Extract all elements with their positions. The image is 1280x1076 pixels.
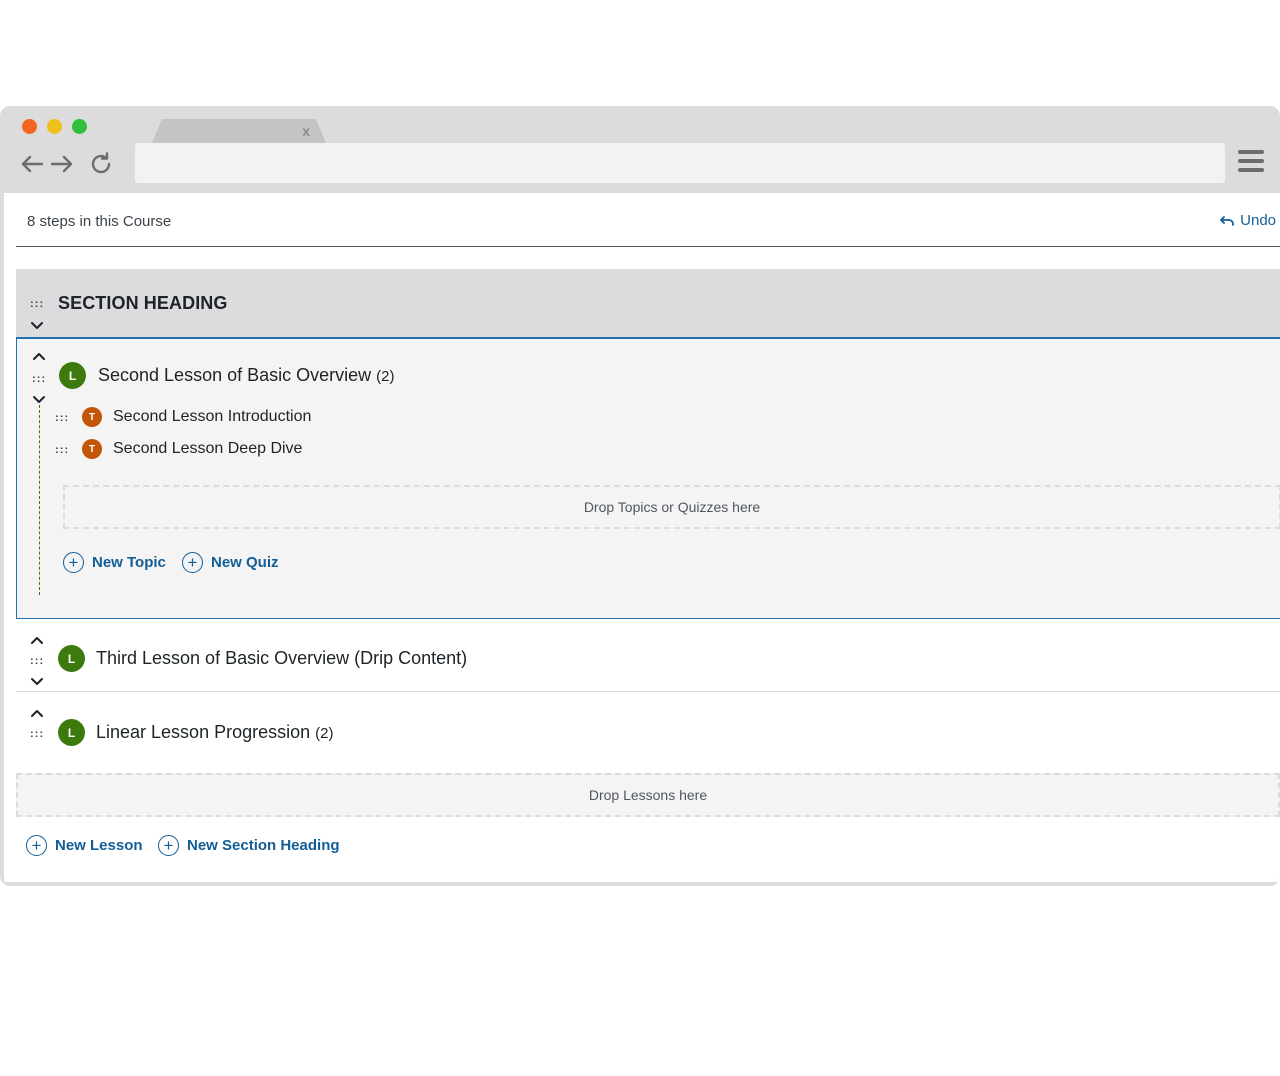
plus-circle-icon: + (182, 552, 203, 573)
topic-title[interactable]: Second Lesson Introduction (113, 408, 311, 426)
reload-icon[interactable] (87, 150, 115, 178)
new-lesson-label: New Lesson (55, 837, 143, 854)
steps-count: 8 steps in this Course (27, 213, 172, 230)
lesson-item-linear-lesson[interactable]: : : : L Linear Lesson Progression (2) (16, 693, 1280, 773)
topic-title[interactable]: Second Lesson Deep Dive (113, 440, 302, 458)
new-topic-label: New Topic (92, 554, 166, 571)
lesson-badge-icon: L (59, 362, 86, 389)
new-section-heading-label: New Section Heading (187, 837, 340, 854)
chevron-down-icon[interactable] (30, 321, 44, 331)
browser-window: x 8 steps in this Course Undo : : : SECT… (0, 106, 1280, 886)
plus-circle-icon: + (63, 552, 84, 573)
lesson-item-second-lesson[interactable]: : : : L Second Lesson of Basic Overview … (16, 339, 1280, 619)
lesson-title[interactable]: Third Lesson of Basic Overview (Drip Con… (96, 648, 467, 669)
lesson-title-text: Second Lesson of Basic Overview (98, 365, 372, 385)
chevron-down-icon[interactable] (32, 395, 46, 405)
section-heading-row[interactable]: : : : SECTION HEADING (16, 269, 1280, 339)
tab-close-icon[interactable]: x (302, 123, 310, 139)
plus-circle-icon: + (158, 835, 179, 856)
chevron-up-icon[interactable] (30, 635, 44, 645)
drag-handle-icon[interactable]: : : : (55, 413, 68, 424)
lesson-step-count: (2) (315, 725, 334, 742)
minimize-window-dot[interactable] (47, 119, 62, 134)
drag-handle-icon[interactable]: : : : (30, 299, 43, 310)
hamburger-menu-icon[interactable] (1238, 150, 1264, 176)
builder-header: 8 steps in this Course Undo (16, 193, 1280, 247)
new-topic-button[interactable]: + New Topic (63, 552, 166, 573)
chevron-up-icon[interactable] (30, 708, 44, 718)
undo-icon (1220, 215, 1235, 226)
maximize-window-dot[interactable] (72, 119, 87, 134)
plus-circle-icon: + (26, 835, 47, 856)
undo-button[interactable]: Undo (1220, 212, 1276, 229)
drop-lessons-zone[interactable]: Drop Lessons here (16, 773, 1280, 817)
close-window-dot[interactable] (22, 119, 37, 134)
address-bar-input[interactable] (135, 143, 1225, 183)
new-quiz-label: New Quiz (211, 554, 279, 571)
arrow-right-icon[interactable] (48, 150, 76, 178)
drag-handle-icon[interactable]: : : : (30, 729, 43, 740)
browser-tab[interactable]: x (152, 119, 326, 143)
topic-badge-icon: T (82, 439, 102, 459)
lesson-item-third-lesson[interactable]: : : : L Third Lesson of Basic Overview (… (16, 620, 1280, 692)
topic-badge-icon: T (82, 407, 102, 427)
course-builder: 8 steps in this Course Undo : : : SECTIO… (4, 193, 1280, 882)
arrow-left-icon[interactable] (18, 150, 46, 178)
chevron-down-icon[interactable] (30, 677, 44, 687)
lesson-title[interactable]: Second Lesson of Basic Overview (2) (98, 365, 395, 386)
section-title: SECTION HEADING (58, 293, 228, 313)
lesson-step-count: (2) (376, 368, 395, 385)
drag-handle-icon[interactable]: : : : (55, 445, 68, 456)
lesson-title[interactable]: Linear Lesson Progression (2) (96, 722, 334, 743)
undo-label: Undo (1240, 212, 1276, 229)
topic-tree-line (39, 405, 40, 595)
new-lesson-button[interactable]: + New Lesson (26, 835, 143, 856)
drag-handle-icon[interactable]: : : : (32, 374, 45, 385)
drop-topics-zone[interactable]: Drop Topics or Quizzes here (63, 485, 1280, 529)
lesson-title-text: Linear Lesson Progression (96, 722, 311, 742)
lesson-badge-icon: L (58, 645, 85, 672)
new-section-heading-button[interactable]: + New Section Heading (158, 835, 340, 856)
new-quiz-button[interactable]: + New Quiz (182, 552, 279, 573)
lesson-badge-icon: L (58, 719, 85, 746)
drag-handle-icon[interactable]: : : : (30, 656, 43, 667)
chevron-up-icon[interactable] (32, 351, 46, 361)
